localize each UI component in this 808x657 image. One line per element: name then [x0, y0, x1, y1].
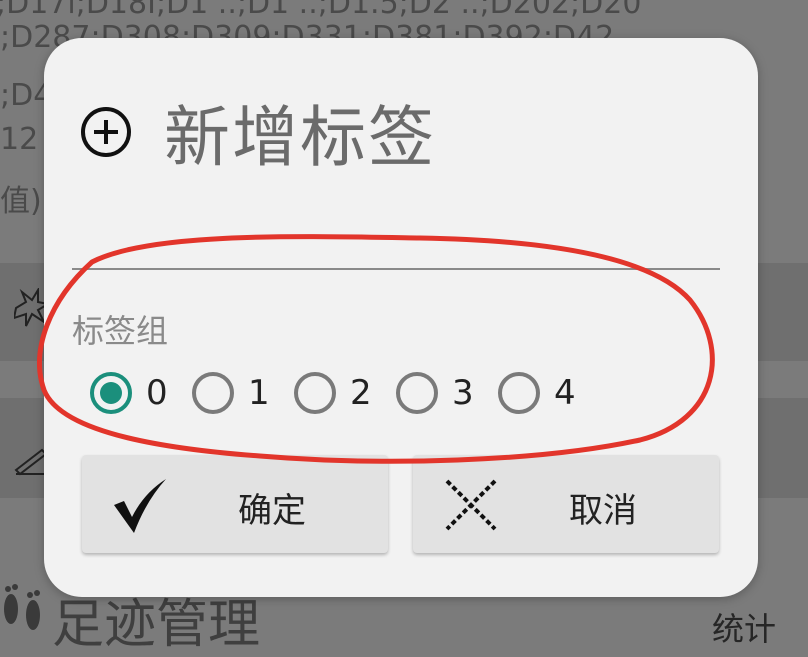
tag-group-label: 标签组	[72, 312, 169, 350]
radio-selected-icon[interactable]	[88, 370, 134, 416]
radio-unselected-icon[interactable]	[496, 370, 542, 416]
tag-name-input[interactable]	[72, 228, 720, 270]
footer-stat-tab[interactable]: 统计	[712, 604, 776, 650]
radio-label: 1	[248, 373, 270, 413]
radio-label: 3	[452, 373, 474, 413]
cancel-button-label: 取消	[569, 491, 637, 531]
cancel-button[interactable]: 取消	[413, 455, 719, 553]
radio-option-1[interactable]: 1	[190, 370, 278, 416]
radio-option-3[interactable]: 3	[394, 370, 482, 416]
radio-unselected-icon[interactable]	[190, 370, 236, 416]
background-text-line: ;D17l;D18I;D1 ..;D1 ..;D1.5;D2 ..;D202;D…	[0, 0, 642, 21]
background-pencil-icon	[14, 448, 48, 476]
radio-label: 0	[146, 373, 168, 413]
dialog-title: 新增标签	[164, 99, 436, 176]
plus-circle-icon	[78, 104, 134, 160]
radio-option-0[interactable]: 0	[88, 370, 176, 416]
footprint-icon	[4, 584, 40, 630]
cross-icon	[445, 479, 497, 531]
radio-option-4[interactable]: 4	[496, 370, 584, 416]
background-text-line: 值)	[0, 184, 42, 219]
dialog-header: 新增标签	[78, 84, 436, 180]
confirm-button[interactable]: 确定	[82, 455, 388, 553]
radio-label: 2	[350, 373, 372, 413]
radio-unselected-icon[interactable]	[394, 370, 440, 416]
add-tag-dialog: 新增标签 标签组 0 1 2 3 4 确定 取消	[44, 38, 758, 597]
radio-option-2[interactable]: 2	[292, 370, 380, 416]
confirm-button-label: 确定	[238, 491, 306, 531]
background-burst-icon	[14, 288, 48, 327]
tag-group-radio-group: 0 1 2 3 4	[88, 370, 598, 416]
radio-unselected-icon[interactable]	[292, 370, 338, 416]
background-text-line: 12	[0, 122, 39, 157]
radio-label: 4	[554, 373, 576, 413]
check-icon	[114, 479, 166, 533]
